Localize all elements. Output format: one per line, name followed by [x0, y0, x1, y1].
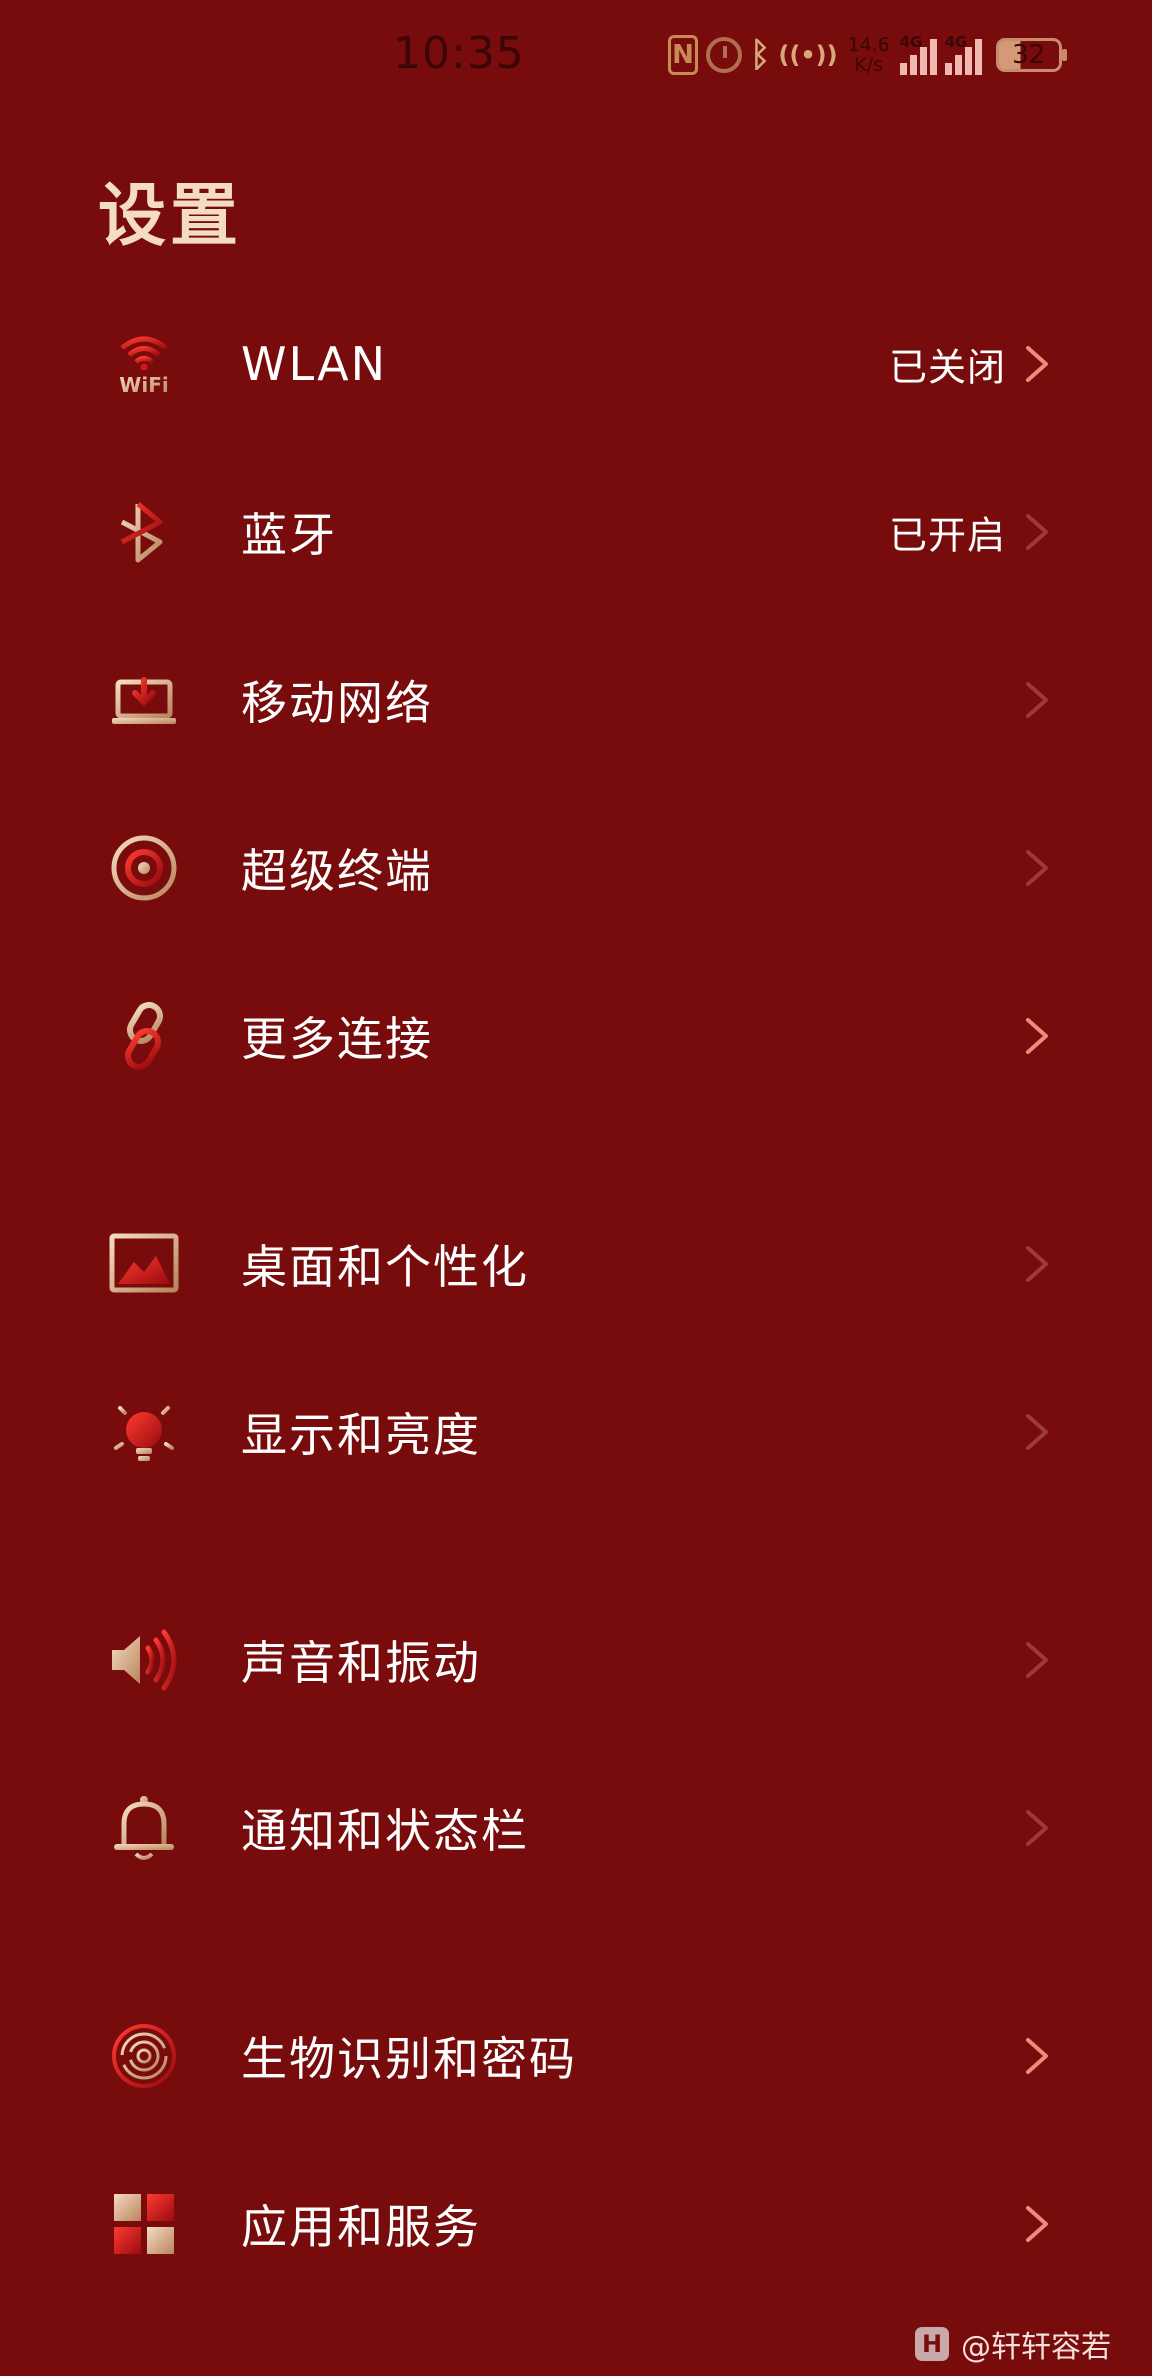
brightness-icon [109, 1396, 179, 1461]
settings-item-status: 已关闭 [888, 345, 1006, 390]
apps-icon [114, 2194, 174, 2254]
page-title: 设置 [98, 177, 243, 256]
settings-item-apps-services[interactable]: 应用和服务 [0, 2140, 1152, 2308]
chevron-right-icon [1024, 512, 1050, 552]
status-time: 10:35 [393, 28, 525, 79]
signal-sim1-icon: 4G [899, 33, 937, 75]
wifi-icon: WiFi [119, 336, 169, 397]
chevron-right-icon [1024, 680, 1050, 720]
settings-item-bluetooth[interactable]: 蓝牙 已开启 [0, 448, 1152, 616]
settings-item-biometrics[interactable]: 生物识别和密码 [0, 1972, 1152, 2140]
sim2-tag: 4G [944, 33, 968, 51]
svg-text:WiFi: WiFi [119, 373, 168, 397]
sim1-tag: 4G [899, 33, 923, 51]
fingerprint-icon [112, 2024, 176, 2088]
settings-item-more-connections[interactable]: 更多连接 [0, 952, 1152, 1120]
link-icon [125, 1002, 163, 1070]
settings-item-label: 更多连接 [241, 1012, 433, 1066]
settings-item-label: 桌面和个性化 [241, 1240, 529, 1294]
chevron-right-icon [1024, 2204, 1050, 2244]
settings-item-label: 通知和状态栏 [241, 1804, 529, 1858]
settings-item-display-brightness[interactable]: 显示和亮度 [0, 1348, 1152, 1516]
settings-item-mobile-network[interactable]: 移动网络 [0, 616, 1152, 784]
alarm-icon [706, 37, 742, 73]
settings-item-label: 移动网络 [241, 676, 433, 730]
watermark-text: @轩轩容若 [961, 2330, 1111, 2365]
settings-item-status: 已开启 [888, 513, 1006, 558]
network-speed: 14.6 K/s [847, 34, 890, 76]
bluetooth-icon [120, 502, 163, 563]
settings-item-label: 生物识别和密码 [241, 2032, 577, 2086]
settings-item-label: 显示和亮度 [241, 1408, 481, 1462]
settings-item-notifications[interactable]: 通知和状态栏 [0, 1744, 1152, 1912]
settings-item-desktop-personalization[interactable]: 桌面和个性化 [0, 1180, 1152, 1348]
settings-item-label: WLAN [241, 337, 388, 391]
super-device-icon [111, 835, 177, 901]
hotspot-icon: ((•)) [778, 41, 838, 69]
settings-item-label: 超级终端 [241, 844, 433, 898]
bluetooth-status-icon: ᛒ [750, 35, 771, 75]
chevron-right-icon [1024, 1016, 1050, 1056]
settings-item-sound-vibration[interactable]: 声音和振动 [0, 1576, 1152, 1744]
wallpaper-icon [109, 1233, 179, 1293]
settings-item-super-device[interactable]: 超级终端 [0, 784, 1152, 952]
speaker-icon [112, 1629, 177, 1691]
chevron-right-icon [1024, 2036, 1050, 2076]
settings-item-label: 应用和服务 [241, 2200, 481, 2254]
chevron-right-icon [1024, 344, 1050, 384]
chevron-right-icon [1024, 1244, 1050, 1284]
nfc-icon: N [668, 35, 698, 75]
watermark-logo: H [915, 2327, 949, 2361]
battery-icon: 32 [995, 38, 1067, 72]
chevron-right-icon [1024, 848, 1050, 888]
bell-icon [114, 1796, 174, 1860]
chevron-right-icon [1024, 1808, 1050, 1848]
signal-sim2-icon: 4G [944, 33, 982, 75]
status-bar: 10:35 N ᛒ ((•)) 14.6 K/s 4G 4G 32 [0, 0, 1152, 115]
chevron-right-icon [1024, 1412, 1050, 1452]
settings-item-wlan[interactable]: WiFi WLAN 已关闭 [0, 280, 1152, 448]
status-icons: N ᛒ ((•)) 14.6 K/s 4G 4G 32 [668, 30, 1067, 80]
watermark: H @轩轩容若 [915, 2322, 1111, 2366]
chevron-right-icon [1024, 1640, 1050, 1680]
settings-item-label: 声音和振动 [241, 1636, 481, 1690]
mobile-network-icon [112, 677, 176, 724]
settings-item-label: 蓝牙 [241, 508, 337, 562]
